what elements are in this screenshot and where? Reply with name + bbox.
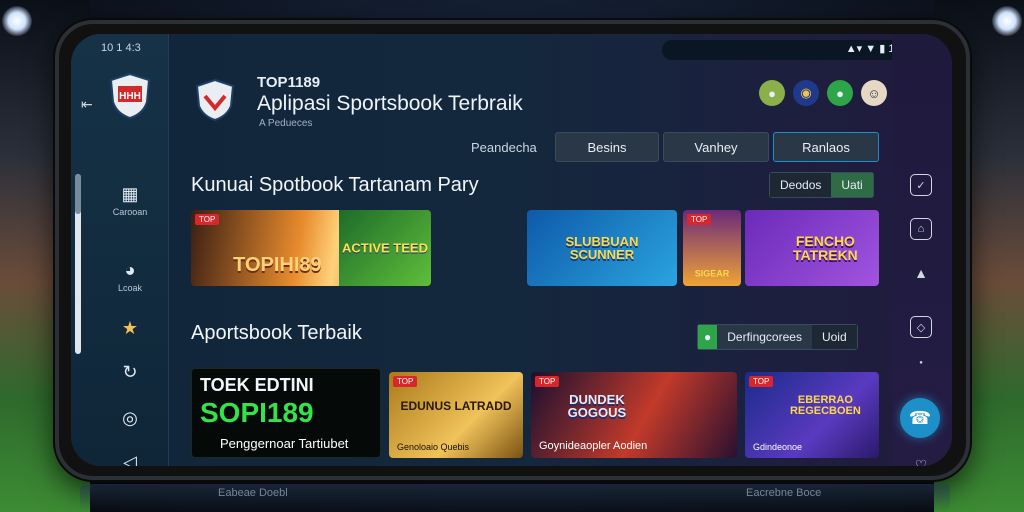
- coin-icon[interactable]: ◉: [793, 80, 819, 106]
- chat-icon: ◕: [124, 260, 136, 280]
- sidebar-item-label: Lcoak: [117, 283, 143, 293]
- filter-option-active[interactable]: Uati: [831, 173, 873, 197]
- card-caption: Goynideaopler Aodien: [539, 440, 648, 452]
- sidebar-item-calculator[interactable]: ▦ Carooan: [105, 184, 155, 217]
- app-screen: ⇤ 10 1 4:3 HHH ▦ Carooan ◕ Lcoak ★ ↻ ◎ ◁…: [71, 34, 952, 466]
- refresh-icon: ↻: [122, 362, 138, 382]
- sidebar-item-chat[interactable]: ◕ Lcoak: [105, 260, 155, 293]
- sidebar-item-label: Carooan: [112, 207, 148, 217]
- card-title: TOPIHI89: [233, 253, 322, 276]
- star-icon: ★: [121, 318, 139, 338]
- shield-logo-icon: HHH: [109, 72, 151, 120]
- sidebar-item-refresh[interactable]: ↻: [105, 362, 155, 383]
- card-tag: TOP: [393, 376, 418, 387]
- filter-option-active[interactable]: Uoid: [811, 325, 857, 349]
- game-card[interactable]: FENCHO TATREKN: [745, 210, 879, 286]
- check-icon[interactable]: ✓: [910, 174, 932, 196]
- shield-check-icon[interactable]: ◇: [910, 316, 932, 338]
- filter-icon: ●: [698, 325, 718, 349]
- card-title: FENCHO TATREKN: [792, 233, 858, 263]
- game-card[interactable]: TOP EBERRAO REGECBOEN Gdindeonoe: [745, 372, 879, 458]
- brand-logo-icon: [195, 78, 235, 122]
- filter-option[interactable]: Deodos: [770, 173, 832, 197]
- card-tag: TOP: [687, 214, 712, 225]
- card-title: SLUBBUAN SCUNNER: [565, 234, 639, 262]
- chat-outline-icon[interactable]: ♡: [910, 454, 932, 467]
- game-card[interactable]: TOP EDUNUS LATRADD Genoloaio Quebis: [389, 372, 523, 458]
- phone-frame: ⇤ 10 1 4:3 HHH ▦ Carooan ◕ Lcoak ★ ↻ ◎ ◁…: [55, 20, 970, 480]
- sidebar-item-back[interactable]: ◁: [105, 452, 155, 466]
- filter-option[interactable]: Derfingcorees: [717, 325, 812, 349]
- card-tag: TOP: [749, 376, 774, 387]
- game-card[interactable]: SLUBBUAN SCUNNER: [527, 210, 677, 286]
- section-title-featured: Kunuai Spotbook Tartanam Pary: [191, 174, 479, 196]
- notification-icon[interactable]: ●: [759, 80, 785, 106]
- card-tag: TOP: [535, 376, 560, 387]
- reflection-text: Eabeae Doebl: [218, 487, 288, 499]
- house-icon[interactable]: ▲: [910, 262, 932, 284]
- avatar[interactable]: ☺: [861, 80, 887, 106]
- svg-text:HHH: HHH: [119, 91, 141, 102]
- promo-caption: Penggernoar Tartiubet: [220, 436, 349, 451]
- card-caption: Gdindeonoe: [753, 442, 803, 452]
- signal-icon: ▲▾: [845, 43, 863, 55]
- dot-icon: ●: [919, 360, 923, 366]
- game-card[interactable]: TOP TOPIHI89 ACTIVE TEED: [191, 210, 431, 286]
- calculator-icon: ▦: [121, 184, 139, 204]
- brand-tagline: Aplipasi Sportsbook Terbraik: [257, 92, 523, 115]
- card-title: EDUNUS LATRADD: [400, 399, 512, 414]
- support-headset-button[interactable]: ☎: [900, 398, 940, 438]
- home-icon[interactable]: ⌂: [910, 218, 932, 240]
- battery-icon: ▮: [879, 43, 886, 55]
- game-card[interactable]: TOP DUNDEK GOGOUS Goynideaopler Aodien: [531, 372, 737, 458]
- chat-bubble-icon[interactable]: ●: [827, 80, 853, 106]
- sidebar-item-favorites[interactable]: ★: [105, 318, 155, 339]
- card-title: EBERRAO REGECBOEN: [789, 394, 861, 418]
- promo-heading: TOEK EDTINI: [200, 375, 314, 395]
- game-card[interactable]: TOP SIGEAR: [683, 210, 741, 286]
- tab-ranlaos[interactable]: Ranlaos: [773, 132, 879, 162]
- tab-besins[interactable]: Besins: [555, 132, 659, 162]
- stadium-light: [992, 6, 1022, 36]
- wifi-icon: ▼: [865, 43, 877, 55]
- stadium-light: [2, 6, 32, 36]
- status-time-left: 10 1 4:3: [101, 42, 141, 54]
- sidebar-item-settings[interactable]: ◎: [105, 408, 155, 429]
- card-tag: TOP: [195, 214, 220, 225]
- header-icon-row: ● ◉ ● ☺: [759, 80, 887, 106]
- promo-card[interactable]: TOEK EDTINI SOPI189 Penggernoar Tartiube…: [191, 368, 381, 458]
- brand-name: TOP1189: [257, 74, 321, 91]
- back-arrow-icon[interactable]: ⇤: [81, 96, 93, 113]
- card-title: SIGEAR: [694, 268, 730, 279]
- promo-brand: SOPI189: [200, 397, 314, 428]
- card-caption: Genoloaio Quebis: [397, 442, 470, 452]
- section1-filter[interactable]: Deodos Uati: [769, 172, 874, 198]
- section-title-sportsbook: Aportsbook Terbaik: [191, 322, 362, 344]
- back-triangle-icon: ◁: [123, 452, 137, 466]
- card-title: ACTIVE TEED: [342, 240, 428, 256]
- tab-vanhey[interactable]: Vanhey: [663, 132, 769, 162]
- card-thumb: ACTIVE TEED: [339, 210, 431, 286]
- brand-subtitle: Α Pedueces: [259, 118, 313, 129]
- scrollbar-thumb[interactable]: [75, 174, 81, 214]
- reflection-text: Eacrebne Boce: [746, 487, 822, 499]
- tabs-label: Peandecha: [471, 140, 537, 155]
- settings-icon: ◎: [122, 408, 138, 428]
- section2-filter[interactable]: ● Derfingcorees Uoid: [697, 324, 858, 350]
- sidebar: ⇤ 10 1 4:3 HHH ▦ Carooan ◕ Lcoak ★ ↻ ◎ ◁: [71, 34, 169, 466]
- card-title: DUNDEK GOGOUS: [567, 392, 627, 421]
